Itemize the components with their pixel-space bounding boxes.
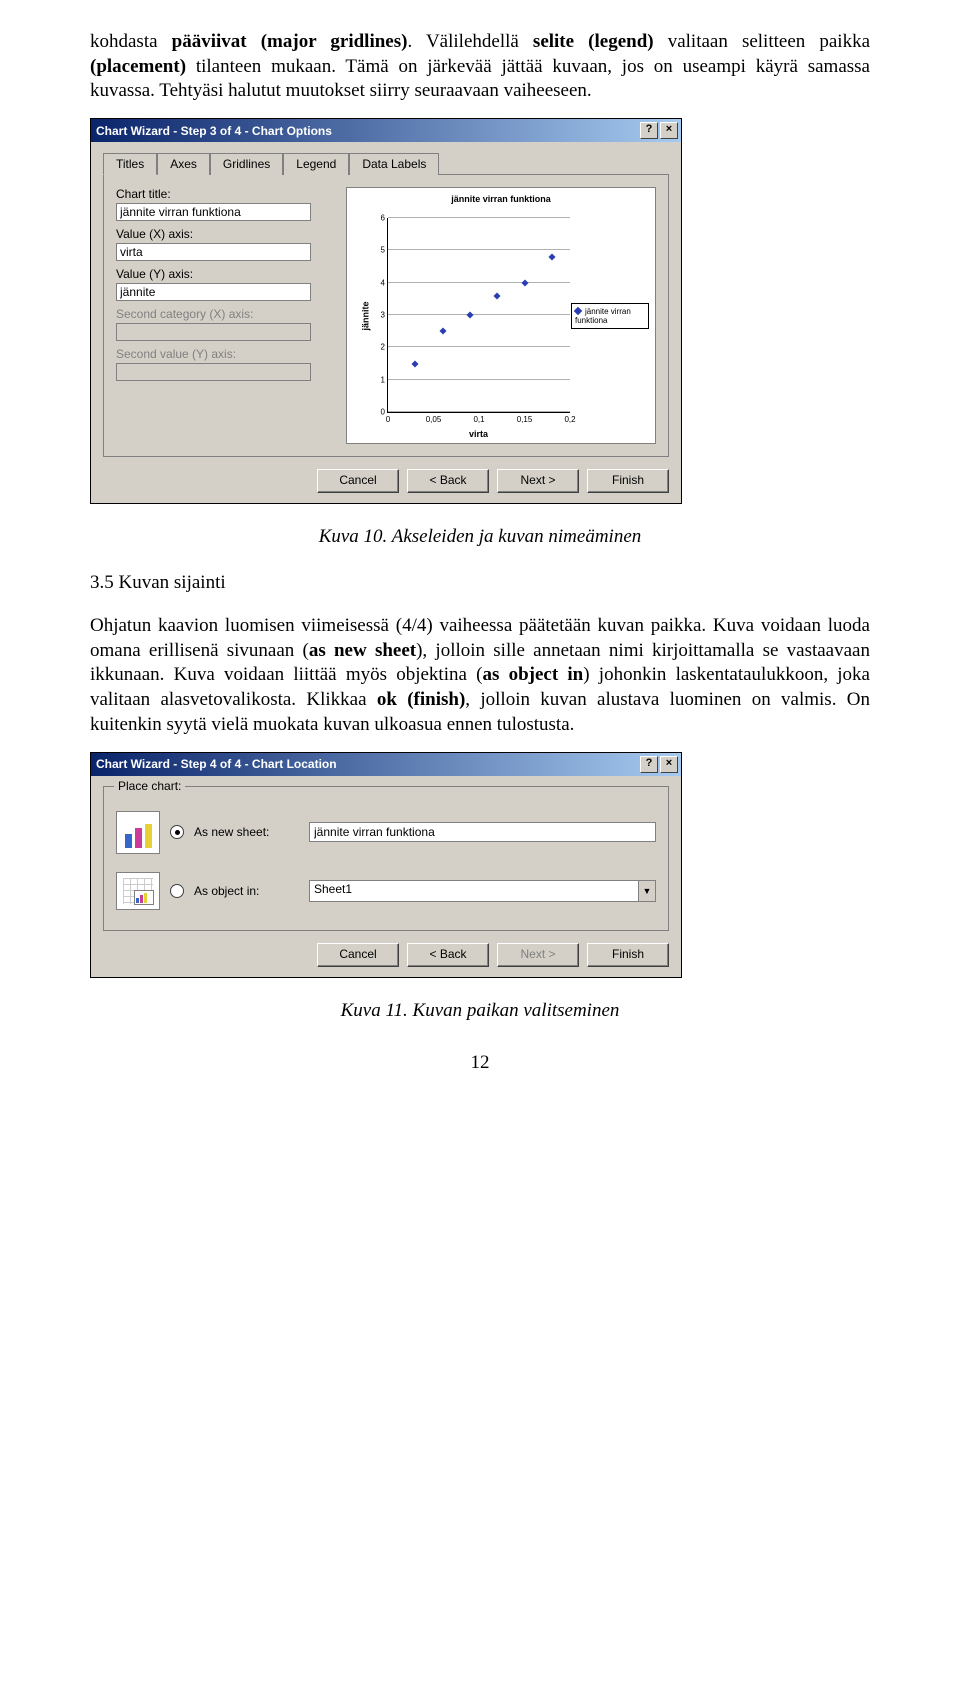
tabstrip: Titles Axes Gridlines Legend Data Labels [103, 152, 669, 175]
chart-wizard-step3-dialog: Chart Wizard - Step 3 of 4 - Chart Optio… [90, 118, 682, 504]
new-sheet-icon [116, 811, 160, 854]
tab-gridlines[interactable]: Gridlines [210, 153, 283, 175]
cancel-button[interactable]: Cancel [317, 943, 399, 967]
radio-new-sheet[interactable] [170, 825, 184, 839]
input-sec-x-axis [116, 323, 311, 341]
label-as-object: As object in: [194, 884, 299, 898]
input-x-axis[interactable] [116, 243, 311, 261]
preview-xlabel: virta [387, 429, 570, 439]
label-sec-x-axis: Second category (X) axis: [116, 307, 336, 321]
paragraph-2: Ohjatun kaavion luomisen viimeisessä (4/… [90, 614, 870, 737]
tab-legend[interactable]: Legend [283, 153, 349, 175]
label-chart-title: Chart title: [116, 187, 336, 201]
input-new-sheet-name[interactable] [309, 822, 656, 842]
tab-data-labels[interactable]: Data Labels [349, 153, 439, 175]
figure-10-caption: Kuva 10. Akseleiden ja kuvan nimeäminen [90, 526, 870, 548]
close-button[interactable]: × [660, 756, 678, 773]
preview-ylabel: jännite [361, 301, 371, 330]
tab-panel-titles: Chart title: Value (X) axis: Value (Y) a… [103, 175, 669, 457]
dialog-titlebar: Chart Wizard - Step 4 of 4 - Chart Locat… [91, 753, 681, 776]
close-button[interactable]: × [660, 122, 678, 139]
help-button[interactable]: ? [640, 122, 658, 139]
help-button[interactable]: ? [640, 756, 658, 773]
tab-axes[interactable]: Axes [157, 153, 210, 175]
input-sec-y-axis [116, 363, 311, 381]
dialog-title: Chart Wizard - Step 3 of 4 - Chart Optio… [96, 124, 638, 138]
dialog-title: Chart Wizard - Step 4 of 4 - Chart Locat… [96, 757, 638, 771]
paragraph-1: kohdasta pääviivat (major gridlines). Vä… [90, 30, 870, 104]
label-sec-y-axis: Second value (Y) axis: [116, 347, 336, 361]
back-button[interactable]: < Back [407, 469, 489, 493]
preview-legend: jännite virran funktiona [571, 303, 649, 329]
finish-button[interactable]: Finish [587, 469, 669, 493]
legend-marker-icon [574, 307, 582, 315]
tab-titles[interactable]: Titles [103, 153, 157, 175]
dialog-titlebar: Chart Wizard - Step 3 of 4 - Chart Optio… [91, 119, 681, 142]
as-object-icon [116, 872, 160, 910]
page-number: 12 [90, 1052, 870, 1074]
figure-11-caption: Kuva 11. Kuvan paikan valitseminen [90, 1000, 870, 1022]
label-new-sheet: As new sheet: [194, 825, 299, 839]
place-chart-label: Place chart: [114, 779, 185, 793]
chart-wizard-step4-dialog: Chart Wizard - Step 4 of 4 - Chart Locat… [90, 752, 682, 978]
select-target-sheet[interactable]: Sheet1 ▼ [309, 880, 656, 902]
back-button[interactable]: < Back [407, 943, 489, 967]
chart-preview: jännite virran funktiona jännite virta 0… [346, 187, 656, 444]
input-chart-title[interactable] [116, 203, 311, 221]
section-3-5-heading: 3.5 Kuvan sijainti [90, 572, 870, 594]
label-y-axis: Value (Y) axis: [116, 267, 336, 281]
radio-as-object[interactable] [170, 884, 184, 898]
place-chart-group: Place chart: As new sheet: As object in: [103, 786, 669, 931]
input-y-axis[interactable] [116, 283, 311, 301]
label-x-axis: Value (X) axis: [116, 227, 336, 241]
finish-button[interactable]: Finish [587, 943, 669, 967]
preview-title: jännite virran funktiona [347, 194, 655, 204]
next-button[interactable]: Next > [497, 469, 579, 493]
cancel-button[interactable]: Cancel [317, 469, 399, 493]
chevron-down-icon[interactable]: ▼ [638, 881, 655, 901]
next-button: Next > [497, 943, 579, 967]
